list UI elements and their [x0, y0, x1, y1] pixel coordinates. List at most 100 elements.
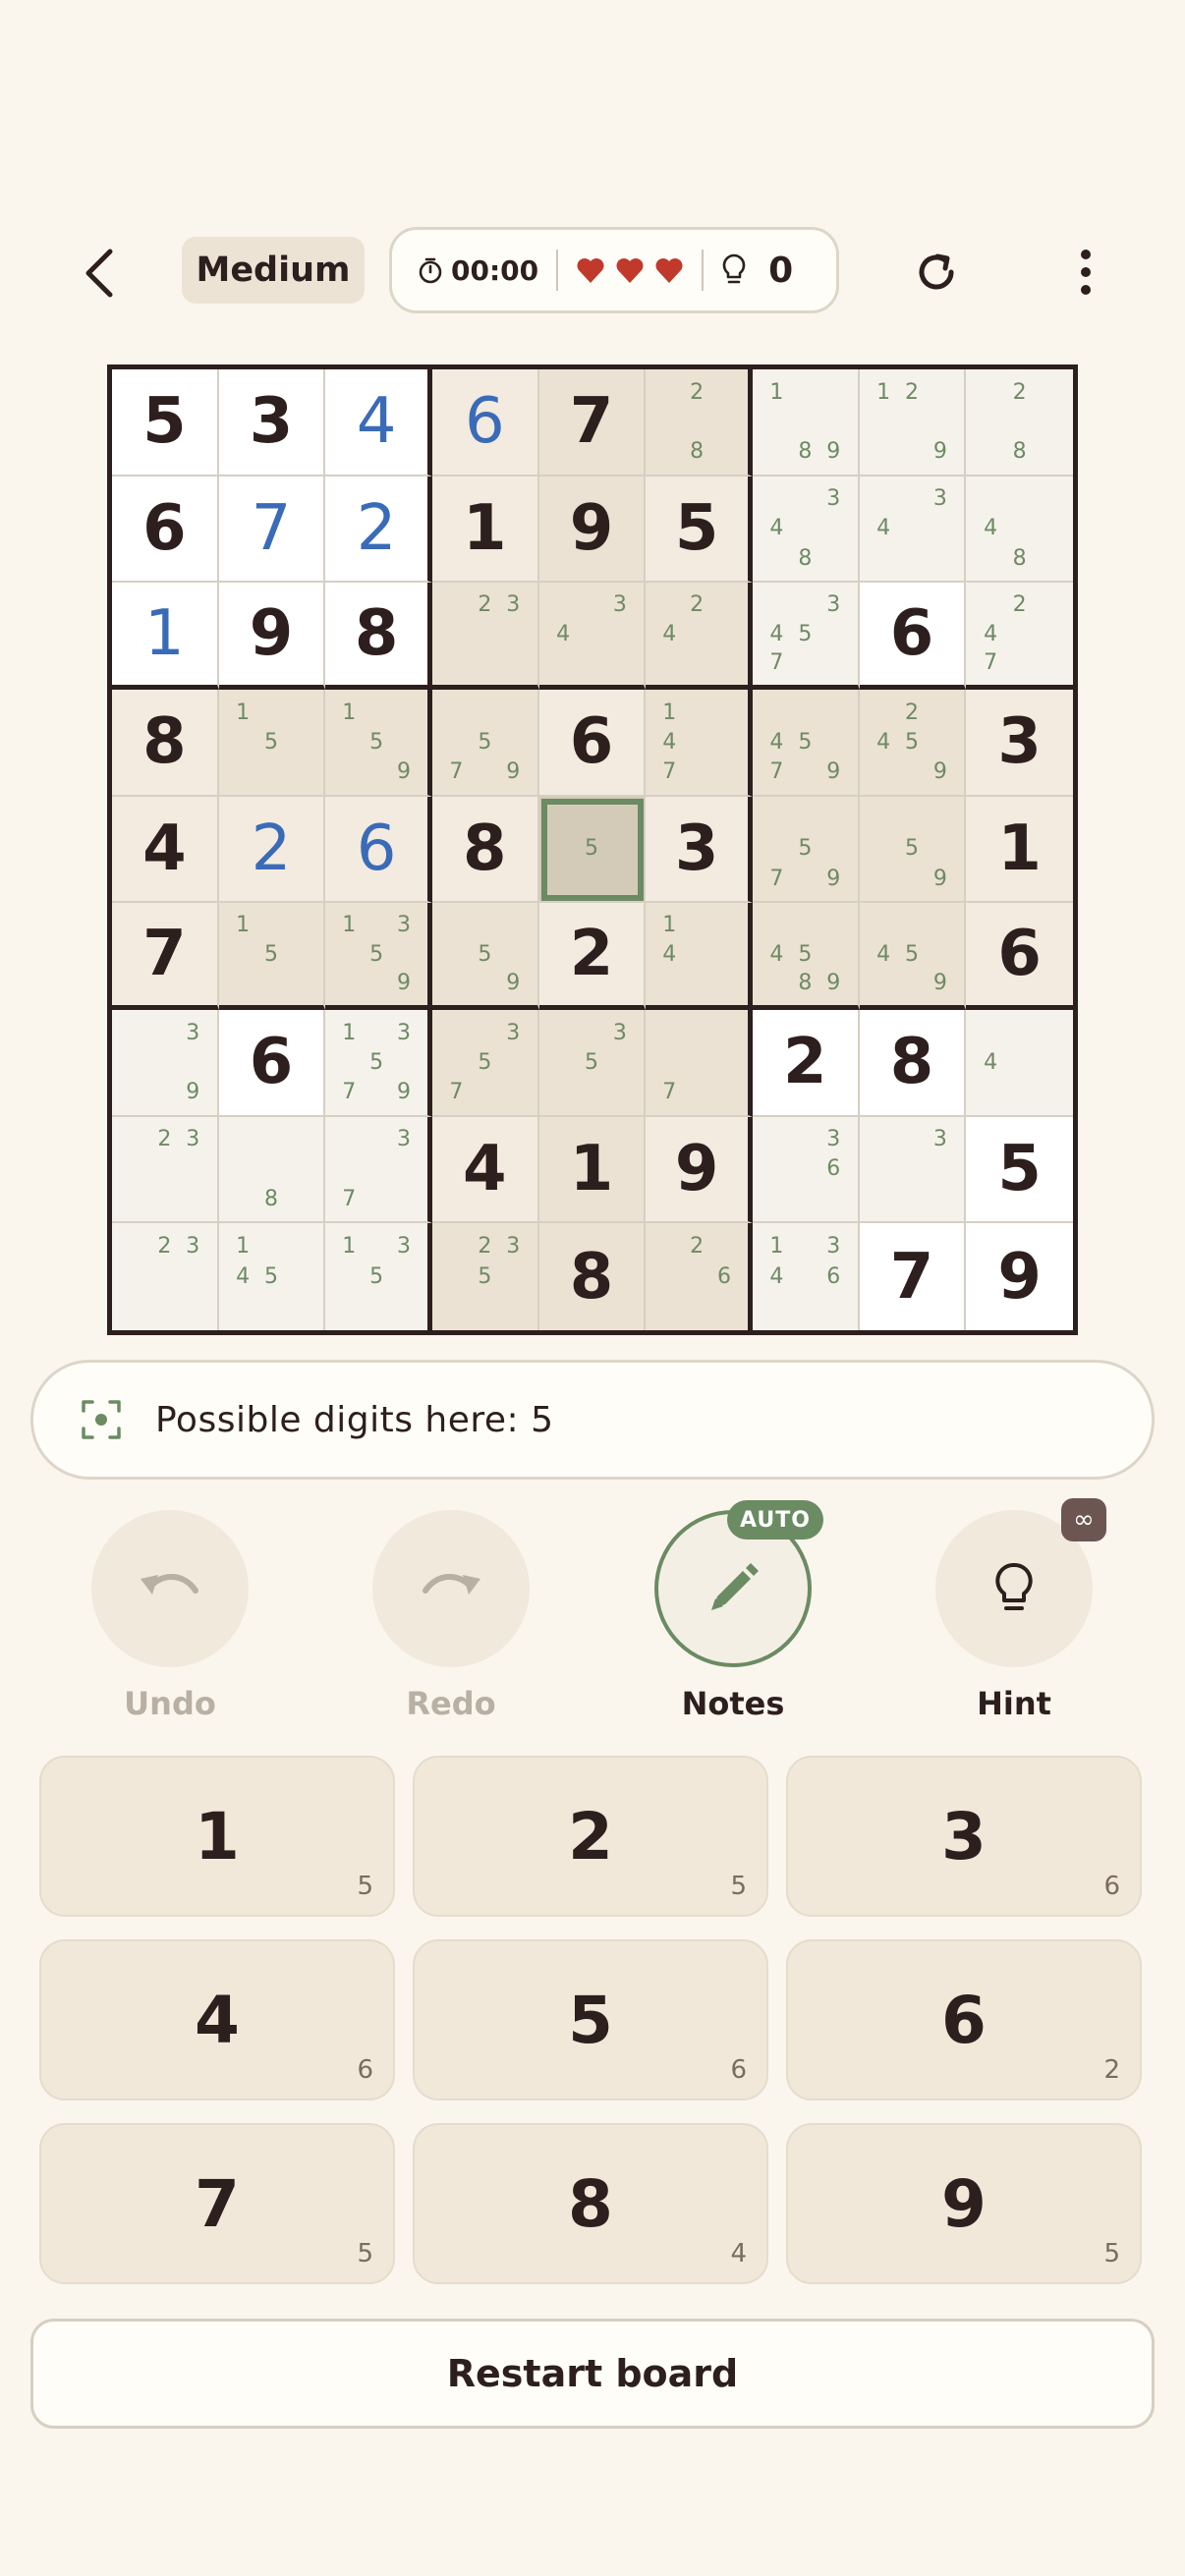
board-cell[interactable]: 5: [538, 796, 647, 904]
board-cell[interactable]: 9: [646, 1116, 753, 1224]
board-cell[interactable]: 1: [538, 1116, 647, 1224]
board-cell[interactable]: 8: [325, 583, 432, 690]
board-cell[interactable]: 34: [859, 476, 967, 584]
board-cell[interactable]: 6: [325, 796, 432, 904]
digit-key-8[interactable]: 84: [413, 2123, 768, 2284]
board-cell[interactable]: 7: [218, 476, 326, 584]
notes-button[interactable]: AUTO Notes: [654, 1500, 823, 1736]
board-cell[interactable]: 36: [752, 1116, 860, 1224]
digit-key-9[interactable]: 95: [786, 2123, 1142, 2284]
board-cell[interactable]: 28: [646, 369, 753, 476]
board-cell[interactable]: 1 89: [752, 369, 860, 476]
board-cell[interactable]: 6: [112, 476, 219, 584]
board-cell[interactable]: 23: [112, 1116, 219, 1224]
board-cell[interactable]: 23: [431, 583, 539, 690]
board-cell[interactable]: 28: [966, 369, 1073, 476]
board-cell[interactable]: 15: [218, 903, 326, 1010]
board-cell[interactable]: 3: [966, 689, 1073, 797]
board-cell[interactable]: 4: [966, 1009, 1073, 1117]
board-cell[interactable]: 2: [752, 1009, 860, 1117]
board-cell[interactable]: 6: [966, 903, 1073, 1010]
board-cell[interactable]: 35: [538, 1009, 647, 1117]
board-cell[interactable]: 159: [325, 689, 432, 797]
restart-board-button[interactable]: Restart board: [30, 2319, 1155, 2429]
board-cell[interactable]: 23: [112, 1223, 219, 1330]
board-cell[interactable]: 1: [966, 796, 1073, 904]
board-cell[interactable]: 8: [112, 689, 219, 797]
board-cell[interactable]: 7: [859, 1223, 967, 1330]
board-cell[interactable]: 5: [646, 476, 753, 584]
digit-key-4[interactable]: 46: [39, 1939, 395, 2100]
board-cell[interactable]: 459: [859, 903, 967, 1010]
board-cell[interactable]: 37: [325, 1116, 432, 1224]
board-cell[interactable]: 24 7: [966, 583, 1073, 690]
board-cell[interactable]: 6: [859, 583, 967, 690]
board-cell[interactable]: 2: [538, 903, 647, 1010]
redo-button[interactable]: Redo: [372, 1510, 530, 1736]
board-cell[interactable]: 39: [112, 1009, 219, 1117]
board-cell[interactable]: 6: [538, 689, 647, 797]
board-cell[interactable]: 3 457: [752, 583, 860, 690]
board-cell[interactable]: 235: [431, 1223, 539, 1330]
board-cell[interactable]: 26: [646, 1223, 753, 1330]
board-cell[interactable]: 59: [431, 903, 539, 1010]
board-cell[interactable]: 14: [646, 903, 753, 1010]
board-cell[interactable]: 3: [218, 369, 326, 476]
board-cell[interactable]: 24: [646, 583, 753, 690]
undo-button[interactable]: Undo: [91, 1510, 249, 1736]
board-cell[interactable]: 1: [112, 583, 219, 690]
board-cell[interactable]: 357: [431, 1009, 539, 1117]
digit-key-2[interactable]: 25: [413, 1756, 768, 1917]
board-cell[interactable]: 1 35: [325, 1223, 432, 1330]
board-cell[interactable]: 8: [859, 1009, 967, 1117]
board-cell[interactable]: 9: [538, 476, 647, 584]
board-cell[interactable]: 7: [538, 369, 647, 476]
note-digit: [1005, 648, 1035, 677]
board-cell[interactable]: 4: [325, 369, 432, 476]
board-cell[interactable]: 8: [218, 1116, 326, 1224]
board-cell[interactable]: 1: [431, 476, 539, 584]
board-cell[interactable]: 2: [325, 476, 432, 584]
cell-notes: 4: [976, 1018, 1063, 1107]
hint-button[interactable]: ∞ Hint: [935, 1498, 1106, 1736]
board-cell[interactable]: 9: [218, 583, 326, 690]
board-cell[interactable]: 57 9: [752, 796, 860, 904]
board-cell[interactable]: 12 9: [859, 369, 967, 476]
board-cell[interactable]: 34: [538, 583, 647, 690]
board-cell[interactable]: 4: [431, 1116, 539, 1224]
digit-key-5[interactable]: 56: [413, 1939, 768, 2100]
board-cell[interactable]: 57 9: [431, 689, 539, 797]
board-cell[interactable]: 1 45: [218, 1223, 326, 1330]
board-cell[interactable]: 5: [112, 369, 219, 476]
digit-key-6[interactable]: 62: [786, 1939, 1142, 2100]
board-cell[interactable]: 3 48: [752, 476, 860, 584]
board-cell[interactable]: 3: [646, 796, 753, 904]
board-cell[interactable]: 9: [966, 1223, 1073, 1330]
new-game-button[interactable]: [896, 232, 977, 312]
board-cell[interactable]: 8: [538, 1223, 647, 1330]
board-cell[interactable]: 2459: [859, 689, 967, 797]
board-cell[interactable]: 457 9: [752, 689, 860, 797]
back-button[interactable]: [61, 234, 140, 312]
digit-key-1[interactable]: 15: [39, 1756, 395, 1917]
digit-key-3[interactable]: 36: [786, 1756, 1142, 1917]
board-cell[interactable]: 5: [966, 1116, 1073, 1224]
board-cell[interactable]: 15: [218, 689, 326, 797]
board-cell[interactable]: 4: [112, 796, 219, 904]
board-cell[interactable]: 3: [859, 1116, 967, 1224]
board-cell[interactable]: 1 4 7: [646, 689, 753, 797]
board-cell[interactable]: 2: [218, 796, 326, 904]
board-cell[interactable]: 6: [218, 1009, 326, 1117]
board-cell[interactable]: 7: [646, 1009, 753, 1117]
board-cell[interactable]: 59: [859, 796, 967, 904]
board-cell[interactable]: 1 359: [325, 903, 432, 1010]
digit-key-7[interactable]: 75: [39, 2123, 395, 2284]
board-cell[interactable]: 6: [431, 369, 539, 476]
board-cell[interactable]: 8: [431, 796, 539, 904]
board-cell[interactable]: 48: [966, 476, 1073, 584]
board-cell[interactable]: 1 357 9: [325, 1009, 432, 1117]
board-cell[interactable]: 45 89: [752, 903, 860, 1010]
board-cell[interactable]: 1 3 4 6: [752, 1223, 860, 1330]
board-cell[interactable]: 7: [112, 903, 219, 1010]
more-options-button[interactable]: [1045, 232, 1126, 312]
